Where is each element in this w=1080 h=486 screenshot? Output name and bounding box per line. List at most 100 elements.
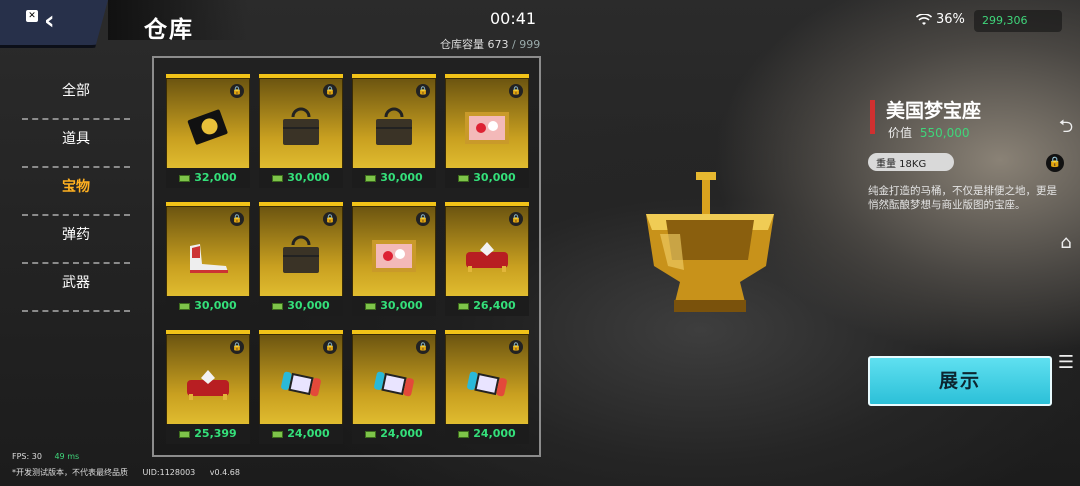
sneaker-icon bbox=[180, 226, 236, 286]
item-price-value: 30,000 bbox=[287, 171, 330, 184]
cash-icon bbox=[458, 430, 470, 438]
chevron-left-icon: ‹ bbox=[44, 6, 55, 36]
item-price-value: 30,000 bbox=[194, 299, 237, 312]
show-button[interactable]: 展示 bbox=[868, 356, 1052, 406]
category-ammo[interactable]: 弹药 bbox=[22, 216, 130, 264]
cash-icon bbox=[365, 430, 377, 438]
item-price: 24,000 bbox=[259, 424, 343, 444]
money-counter: 299,306 bbox=[974, 10, 1062, 32]
cash-icon bbox=[458, 302, 470, 310]
cash-icon bbox=[365, 174, 377, 182]
briefcase-icon bbox=[273, 98, 329, 158]
wifi-icon bbox=[916, 13, 932, 25]
item-price-value: 30,000 bbox=[287, 299, 330, 312]
item-slot[interactable]: 🔒 30,000 bbox=[445, 74, 529, 188]
battery-percent: 36% bbox=[936, 12, 965, 27]
lock-icon: 🔒 bbox=[323, 84, 337, 98]
lock-icon: 🔒 bbox=[230, 84, 244, 98]
weight-badge: 重量 18KG bbox=[868, 153, 954, 171]
ping-text: 49 ms bbox=[54, 452, 80, 461]
lock-icon: 🔒 bbox=[416, 340, 430, 354]
cushion-gem-icon bbox=[180, 354, 236, 414]
item-price-value: 30,000 bbox=[380, 299, 423, 312]
item-name: 美国梦宝座 bbox=[886, 100, 982, 122]
lock-icon: 🔒 bbox=[323, 340, 337, 354]
painting-icon bbox=[459, 98, 515, 158]
golden-toilet-icon bbox=[646, 172, 774, 312]
capacity-label: 仓库容量 bbox=[440, 38, 484, 51]
item-price-value: 24,000 bbox=[380, 427, 423, 440]
cash-icon bbox=[179, 302, 191, 310]
capacity-total: / 999 bbox=[512, 38, 541, 51]
lock-icon: 🔒 bbox=[323, 212, 337, 226]
item-slot[interactable]: 🔒 24,000 bbox=[445, 330, 529, 444]
category-list: 全部 道具 宝物 弹药 武器 bbox=[22, 72, 130, 312]
painting-icon bbox=[366, 226, 422, 286]
item-value-amount: 550,000 bbox=[919, 126, 970, 140]
item-price: 30,000 bbox=[166, 296, 250, 316]
game-console-icon bbox=[273, 354, 329, 414]
item-slot[interactable]: 🔒 30,000 bbox=[259, 202, 343, 316]
item-price: 30,000 bbox=[352, 296, 436, 316]
menu-nav-icon[interactable]: ☰ bbox=[1052, 352, 1080, 373]
item-price-value: 30,000 bbox=[473, 171, 516, 184]
item-slot[interactable]: 🔒 24,000 bbox=[259, 330, 343, 444]
item-price: 30,000 bbox=[352, 168, 436, 188]
item-slot[interactable]: 🔒 30,000 bbox=[166, 202, 250, 316]
item-slot[interactable]: 🔒 26,400 bbox=[445, 202, 529, 316]
dev-notice: *开发测试版本，不代表最终品质 bbox=[12, 468, 128, 477]
fps-text: FPS: 30 bbox=[12, 452, 42, 461]
item-price: 32,000 bbox=[166, 168, 250, 188]
item-description: 纯金打造的马桶，不仅是排便之地，更是悄然酝酿梦想与商业版图的宝座。 bbox=[868, 185, 1057, 211]
item-price: 25,399 bbox=[166, 424, 250, 444]
status-bar: 36% bbox=[916, 12, 965, 27]
item-slot[interactable]: 🔒 25,399 bbox=[166, 330, 250, 444]
item-price-value: 24,000 bbox=[473, 427, 516, 440]
lock-icon: 🔒 bbox=[509, 212, 523, 226]
back-button[interactable]: ✕ ‹ bbox=[0, 0, 108, 48]
item-price: 24,000 bbox=[352, 424, 436, 444]
cash-icon bbox=[179, 430, 191, 438]
lock-icon[interactable]: 🔒 bbox=[1046, 154, 1064, 172]
build-info: *开发测试版本，不代表最终品质 UID:1128003 v0.4.68 bbox=[12, 467, 240, 478]
item-price: 30,000 bbox=[445, 168, 529, 188]
capacity-indicator: 仓库容量 673 / 999 bbox=[440, 36, 540, 52]
page-title: 仓库 bbox=[144, 17, 194, 43]
item-slot[interactable]: 🔒 30,000 bbox=[352, 202, 436, 316]
back-nav-icon[interactable]: ⮌ bbox=[1052, 114, 1080, 144]
briefcase-icon bbox=[366, 98, 422, 158]
item-slot[interactable]: 🔒 30,000 bbox=[259, 74, 343, 188]
lock-icon: 🔒 bbox=[416, 212, 430, 226]
cash-icon bbox=[272, 430, 284, 438]
game-console-icon bbox=[366, 354, 422, 414]
briefcase-icon bbox=[273, 226, 329, 286]
cash-icon bbox=[365, 302, 377, 310]
cash-icon bbox=[179, 174, 191, 182]
item-slot[interactable]: 🔒 32,000 bbox=[166, 74, 250, 188]
category-all[interactable]: 全部 bbox=[22, 72, 130, 120]
lock-icon: 🔒 bbox=[230, 212, 244, 226]
item-slot[interactable]: 🔒 24,000 bbox=[352, 330, 436, 444]
capacity-used: 673 bbox=[487, 38, 509, 51]
item-slot[interactable]: 🔒 30,000 bbox=[352, 74, 436, 188]
lock-icon: 🔒 bbox=[509, 84, 523, 98]
card-icon bbox=[180, 98, 236, 158]
game-console-icon bbox=[459, 354, 515, 414]
cash-icon bbox=[272, 174, 284, 182]
item-price: 30,000 bbox=[259, 168, 343, 188]
category-props[interactable]: 道具 bbox=[22, 120, 130, 168]
cash-icon bbox=[272, 302, 284, 310]
uid-text: UID:1128003 bbox=[142, 468, 196, 477]
item-price: 26,400 bbox=[445, 296, 529, 316]
clock: 00:41 bbox=[490, 9, 537, 28]
home-nav-icon[interactable]: ⌂ bbox=[1052, 232, 1080, 253]
item-price: 24,000 bbox=[445, 424, 529, 444]
category-treasure[interactable]: 宝物 bbox=[22, 168, 130, 216]
category-weapons[interactable]: 武器 bbox=[22, 264, 130, 312]
item-price-value: 30,000 bbox=[380, 171, 423, 184]
lock-icon: 🔒 bbox=[230, 340, 244, 354]
item-price-value: 24,000 bbox=[287, 427, 330, 440]
fps-readout: FPS: 30 49 ms bbox=[12, 452, 79, 461]
item-value-label: 价值 bbox=[888, 126, 913, 140]
lock-icon: 🔒 bbox=[509, 340, 523, 354]
